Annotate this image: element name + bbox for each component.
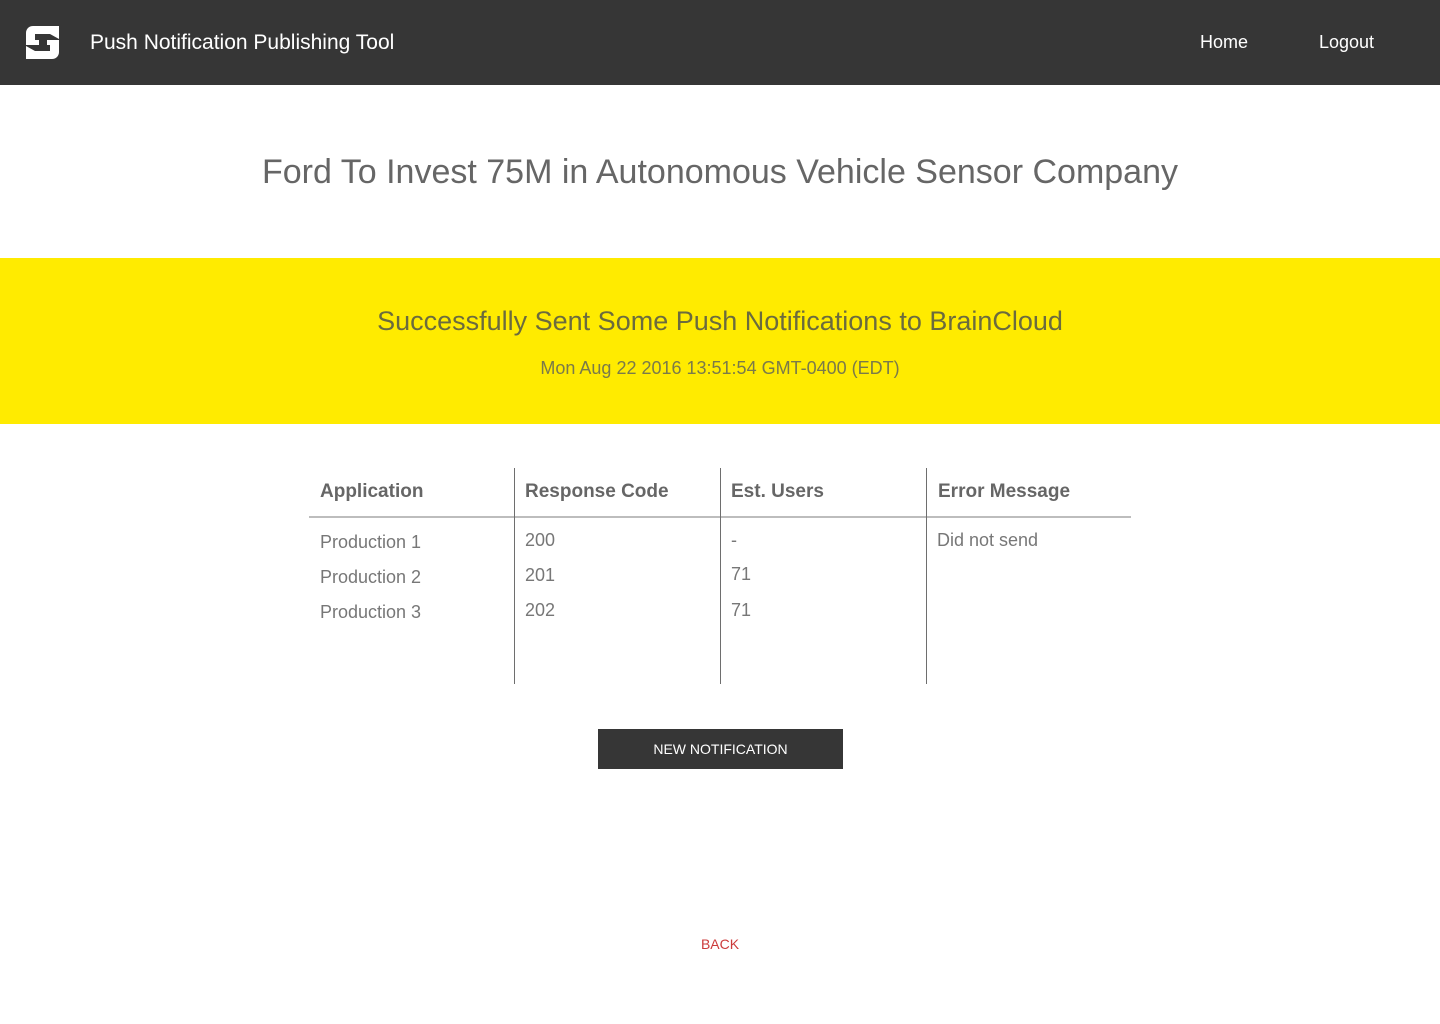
cell-est-users: 71 [731,600,752,620]
cell-application: Production 3 [320,602,422,622]
cell-est-users: 71 [731,564,752,584]
app-title: Push Notification Publishing Tool [90,31,395,54]
header-application: Application [320,481,424,502]
new-notification-button[interactable]: NEW NOTIFICATION [598,729,843,769]
brand-s-logo-icon[interactable] [26,26,59,59]
results-table: Application Response Code Est. Users Err… [309,468,1131,684]
cell-response-code: 201 [525,565,556,585]
nav-logout-link[interactable]: Logout [1319,30,1374,54]
success-message: Successfully Sent Some Push Notification… [377,306,1063,336]
top-navigation-bar: Push Notification Publishing Tool Home L… [0,0,1440,85]
cell-error-message: Did not send [937,530,1039,550]
column-divider [926,468,927,684]
column-divider [720,468,721,684]
success-banner: Successfully Sent Some Push Notification… [0,258,1440,424]
back-link[interactable]: BACK [0,934,1440,954]
cell-est-users: - [731,530,737,550]
nav-home-link[interactable]: Home [1200,30,1248,54]
cell-application: Production 1 [320,532,422,552]
cell-application: Production 2 [320,567,422,587]
cell-response-code: 202 [525,600,556,620]
sent-timestamp: Mon Aug 22 2016 13:51:54 GMT-0400 (EDT) [540,358,900,378]
cell-response-code: 200 [525,530,556,550]
header-response-code: Response Code [525,481,669,502]
header-est-users: Est. Users [731,481,824,502]
column-divider [514,468,515,684]
header-error-message: Error Message [938,481,1071,502]
article-title: Ford To Invest 75M in Autonomous Vehicle… [262,153,1178,191]
